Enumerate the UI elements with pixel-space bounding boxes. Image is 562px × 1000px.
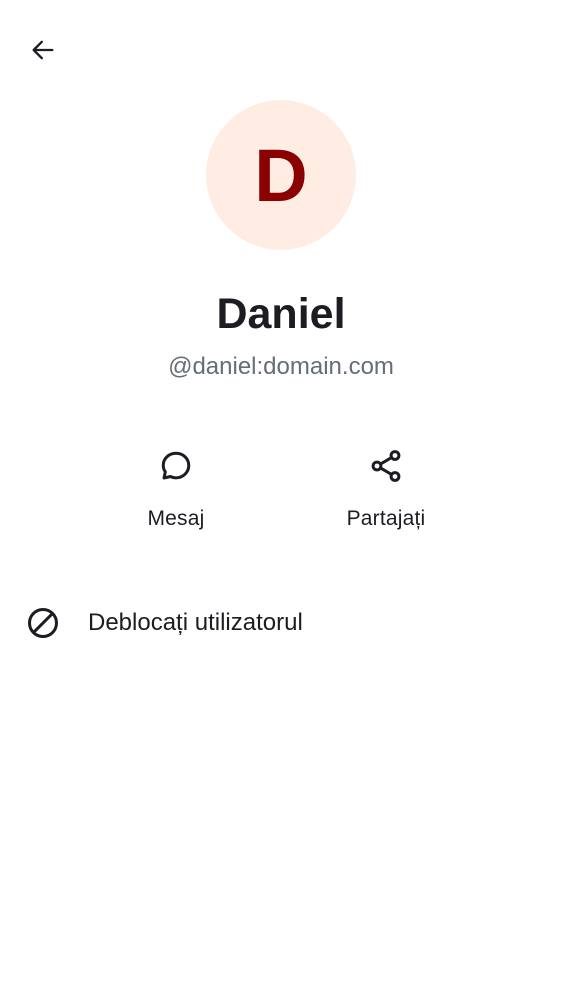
- share-label: Partajați: [346, 507, 426, 530]
- share-button[interactable]: Partajați: [311, 440, 461, 544]
- block-icon: [23, 603, 63, 643]
- user-profile-screen: D Daniel @daniel:domain.com Mesaj Partaj…: [0, 0, 562, 1000]
- avatar: D: [206, 100, 356, 250]
- chat-bubble-icon: [156, 446, 196, 486]
- share-icon: [366, 446, 406, 486]
- arrow-left-icon: [29, 36, 57, 64]
- display-name: Daniel: [216, 290, 346, 338]
- unblock-user-label: Deblocați utilizatorul: [88, 609, 303, 636]
- message-button[interactable]: Mesaj: [101, 440, 251, 544]
- back-button[interactable]: [19, 26, 67, 74]
- message-label: Mesaj: [147, 507, 205, 530]
- unblock-user-item[interactable]: Deblocați utilizatorul: [0, 594, 562, 652]
- user-id: @daniel:domain.com: [168, 353, 394, 380]
- avatar-initial: D: [254, 134, 308, 217]
